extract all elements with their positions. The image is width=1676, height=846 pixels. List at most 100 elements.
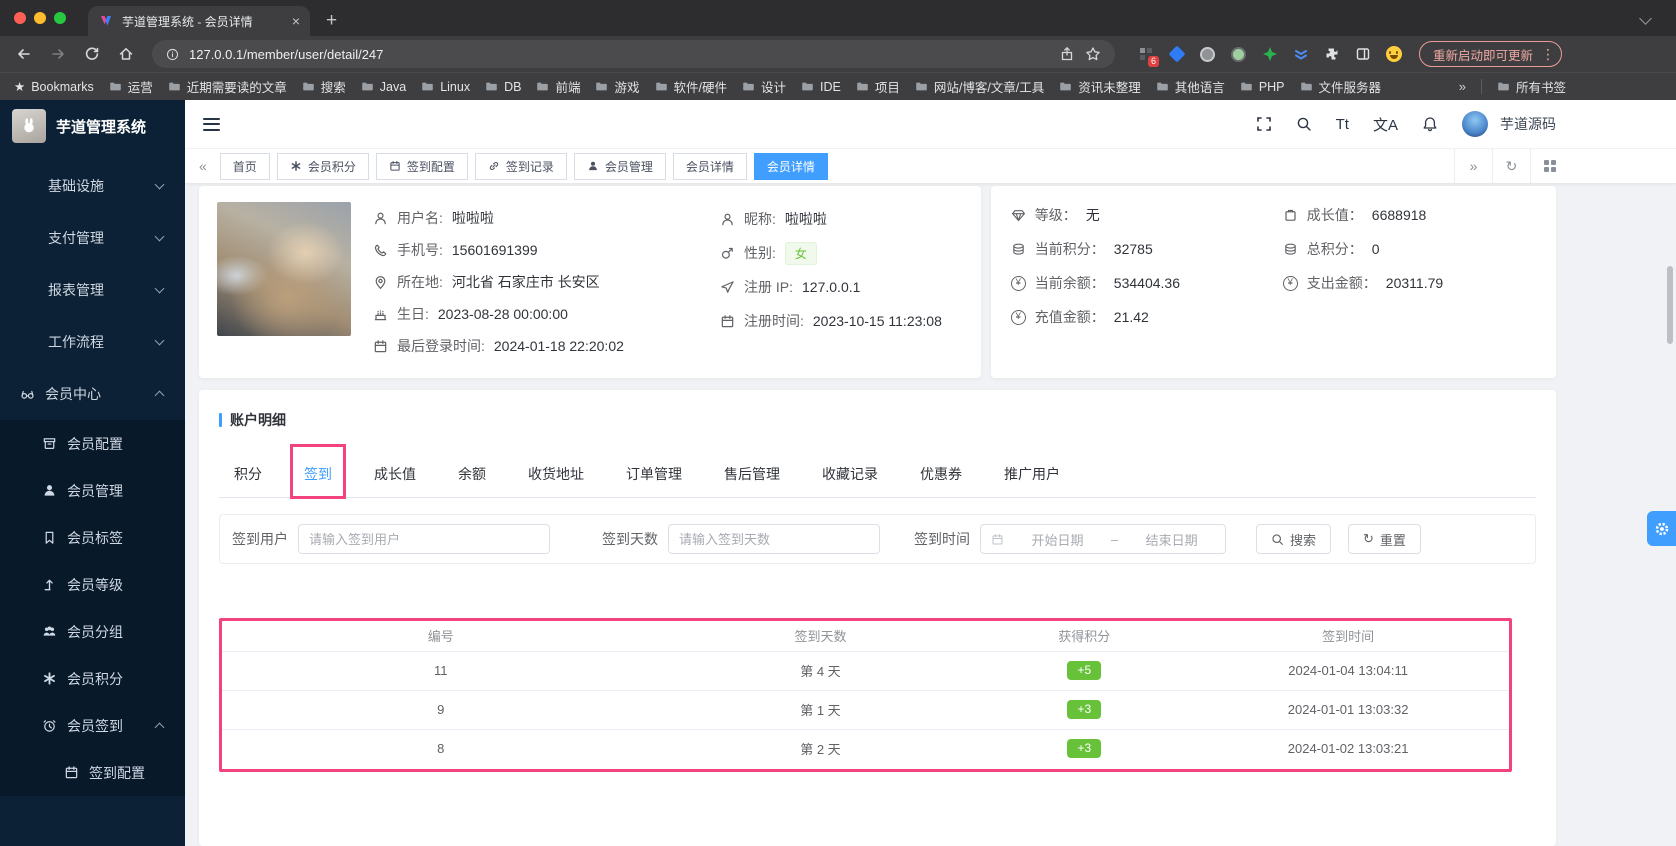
minimize-window-button[interactable] xyxy=(34,12,46,24)
tag-home[interactable]: 首页 xyxy=(219,152,270,180)
tab-signin[interactable]: 签到 xyxy=(290,444,346,499)
star-extension-icon[interactable] xyxy=(1261,45,1279,63)
sidebar-item-member-group[interactable]: 会员分组 xyxy=(0,608,185,655)
bookmark-folder[interactable]: 其他语言 xyxy=(1156,77,1225,96)
username[interactable]: 芋道源码 xyxy=(1500,114,1556,134)
bookmark-folder[interactable]: 文件服务器 xyxy=(1300,77,1381,96)
gem-extension-icon[interactable] xyxy=(1168,45,1186,63)
all-bookmarks-folder[interactable]: 所有书签 xyxy=(1497,77,1566,96)
bookmark-folder[interactable]: 软件/硬件 xyxy=(655,77,727,96)
signin-days-input[interactable] xyxy=(668,524,880,554)
bookmark-folder[interactable]: 设计 xyxy=(742,77,786,96)
back-button[interactable] xyxy=(10,40,38,68)
bookmark-folder[interactable]: IDE xyxy=(801,80,841,94)
points-badge: +3 xyxy=(1067,700,1102,719)
reload-button[interactable] xyxy=(78,40,106,68)
reset-button[interactable]: ↻ 重置 xyxy=(1348,524,1421,554)
search-icon[interactable] xyxy=(1296,116,1312,132)
sidebar-item-member-manage[interactable]: 会员管理 xyxy=(0,467,185,514)
tab-close-icon[interactable]: × xyxy=(292,13,300,29)
tags-scroll-right[interactable]: » xyxy=(1454,149,1492,183)
sidebar-item-signin-config[interactable]: 签到配置 xyxy=(0,749,185,796)
bookmark-folder[interactable]: DB xyxy=(485,80,521,94)
tab-orders[interactable]: 订单管理 xyxy=(625,452,683,497)
tab-points[interactable]: 积分 xyxy=(233,452,263,497)
bookmark-folder[interactable]: Linux xyxy=(421,80,470,94)
tag-signin-config[interactable]: 签到配置 xyxy=(375,152,468,180)
signin-date-range-picker[interactable]: 开始日期 – 结束日期 xyxy=(980,524,1226,554)
fullscreen-icon[interactable] xyxy=(1256,116,1272,132)
language-icon[interactable]: 文A xyxy=(1373,114,1398,135)
page-scrollbar-thumb[interactable] xyxy=(1667,266,1673,344)
site-info-icon[interactable] xyxy=(166,48,179,61)
app-header: Tt 文A 芋道源码 xyxy=(185,100,1676,148)
bookmark-folder[interactable]: Java xyxy=(361,80,406,94)
sidebar-item-member-points[interactable]: 会员积分 xyxy=(0,655,185,702)
zoom-window-button[interactable] xyxy=(54,12,66,24)
menu-fold-icon[interactable] xyxy=(203,117,220,131)
tab-favorites[interactable]: 收藏记录 xyxy=(821,452,879,497)
user-avatar[interactable] xyxy=(1462,111,1488,137)
chevron-down-icon[interactable] xyxy=(1639,12,1652,25)
tag-member-points[interactable]: 会员积分 xyxy=(276,152,369,180)
refresh-tag-icon[interactable]: ↻ xyxy=(1492,149,1530,183)
bell-icon[interactable] xyxy=(1422,116,1438,132)
tags-layout-icon[interactable] xyxy=(1530,149,1568,183)
sidebar-item-member-signin[interactable]: 会员签到 xyxy=(0,702,185,749)
bookmarks-overflow-chevron[interactable]: » xyxy=(1459,79,1466,94)
bookmark-folder[interactable]: 运营 xyxy=(109,77,153,96)
new-tab-button[interactable]: + xyxy=(326,10,337,32)
tab-growth[interactable]: 成长值 xyxy=(373,452,417,497)
tag-member-detail[interactable]: 会员详情 xyxy=(672,152,747,180)
bookmark-folder[interactable]: PHP xyxy=(1240,80,1285,94)
bookmark-folder[interactable]: 搜索 xyxy=(302,77,346,96)
sidebar-item-member-tag[interactable]: 会员标签 xyxy=(0,514,185,561)
tab-balance[interactable]: 余额 xyxy=(457,452,487,497)
bookmarks-manager[interactable]: ★ Bookmarks xyxy=(14,79,94,95)
app-logo-row[interactable]: 芋道管理系统 xyxy=(0,100,185,152)
signin-user-input[interactable] xyxy=(298,524,550,554)
emoji-extension-icon[interactable] xyxy=(1385,45,1403,63)
bookmark-folder[interactable]: 网站/博客/文章/工具 xyxy=(915,77,1044,96)
tab-aftersale[interactable]: 售后管理 xyxy=(723,452,781,497)
tag-signin-record[interactable]: 签到记录 xyxy=(474,152,567,180)
font-size-icon[interactable]: Tt xyxy=(1336,116,1349,133)
sidebar-toggle-icon[interactable] xyxy=(1354,45,1372,63)
search-button[interactable]: 搜索 xyxy=(1256,524,1332,554)
tag-member-manage[interactable]: 会员管理 xyxy=(573,152,666,180)
close-window-button[interactable] xyxy=(14,12,26,24)
forward-button[interactable] xyxy=(44,40,72,68)
gray-extension-icon[interactable] xyxy=(1199,45,1217,63)
chevrons-extension-icon[interactable] xyxy=(1292,45,1310,63)
tags-scroll-left[interactable]: « xyxy=(193,158,213,174)
extension-icon[interactable]: 6 xyxy=(1137,45,1159,67)
url-bar[interactable]: 127.0.0.1/member/user/detail/247 xyxy=(152,40,1115,68)
url-text[interactable]: 127.0.0.1/member/user/detail/247 xyxy=(189,47,1049,62)
sidebar-group-infrastructure[interactable]: 基础设施 xyxy=(0,160,185,212)
bookmark-star-icon[interactable] xyxy=(1085,46,1101,62)
puzzle-extension-icon[interactable] xyxy=(1323,45,1341,63)
page-content: 用户名: 啦啦啦 手机号: 15601691399 所在地: 河北省 石家庄市 … xyxy=(185,184,1676,846)
theme-settings-button[interactable] xyxy=(1647,511,1676,546)
bookmark-folder[interactable]: 前端 xyxy=(536,77,580,96)
sidebar-group-payment[interactable]: 支付管理 xyxy=(0,212,185,264)
sidebar-group-workflow[interactable]: 工作流程 xyxy=(0,316,185,368)
tab-coupons[interactable]: 优惠券 xyxy=(919,452,963,497)
sidebar-item-member-level[interactable]: 会员等级 xyxy=(0,561,185,608)
sidebar-group-report[interactable]: 报表管理 xyxy=(0,264,185,316)
restart-to-update-button[interactable]: 重新启动即可更新 ⋮ xyxy=(1418,41,1562,67)
share-icon[interactable] xyxy=(1059,46,1075,62)
tab-promotion[interactable]: 推广用户 xyxy=(1003,452,1061,497)
tag-member-detail-active[interactable]: 会员详情 xyxy=(753,152,828,180)
home-button[interactable] xyxy=(112,40,140,68)
browser-menu-icon[interactable]: ⋮ xyxy=(1541,46,1555,63)
sidebar-group-member-center[interactable]: 会员中心 xyxy=(0,368,185,420)
bookmark-folder[interactable]: 游戏 xyxy=(595,77,640,96)
tab-address[interactable]: 收货地址 xyxy=(527,452,585,497)
green-extension-icon[interactable] xyxy=(1230,45,1248,63)
bookmark-folder[interactable]: 近期需要读的文章 xyxy=(168,77,287,96)
browser-tab[interactable]: 芋道管理系统 - 会员详情 × xyxy=(88,6,310,36)
bookmark-folder[interactable]: 项目 xyxy=(856,77,900,96)
bookmark-folder[interactable]: 资讯未整理 xyxy=(1059,77,1141,96)
sidebar-item-member-config[interactable]: 会员配置 xyxy=(0,420,185,467)
